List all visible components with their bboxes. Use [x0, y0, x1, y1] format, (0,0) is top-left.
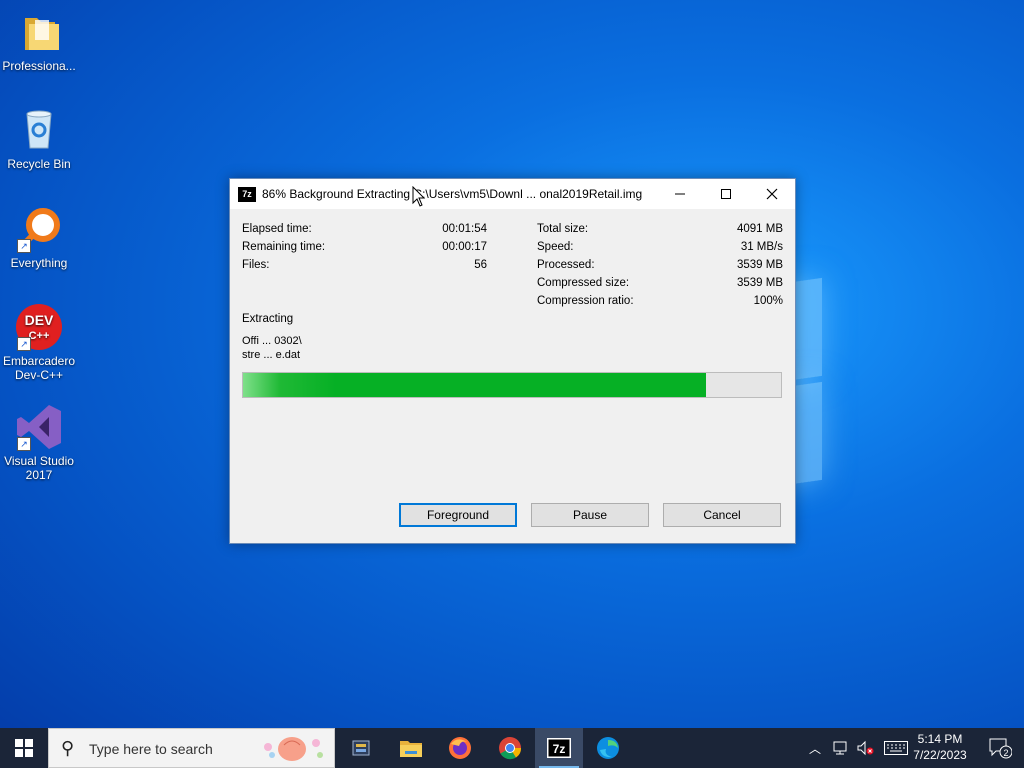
stat-value: 3539 MB — [736, 259, 783, 271]
search-highlight-illustration-icon — [264, 737, 323, 761]
stat-label: Compression ratio: — [537, 295, 634, 307]
stat-value: 4091 MB — [736, 223, 783, 235]
progress-fill — [243, 373, 706, 397]
visual-studio-icon: ↗ — [15, 403, 63, 451]
taskbar-task-view[interactable] — [337, 728, 385, 768]
dialog-title: 86% Background Extracting C:\Users\vm5\D… — [262, 187, 643, 201]
taskbar-7zip[interactable]: 7z — [535, 728, 583, 768]
chrome-icon — [499, 737, 522, 760]
stat-value: 56 — [474, 259, 487, 271]
taskbar-chrome[interactable] — [486, 728, 534, 768]
stat-label: Total size: — [537, 223, 589, 235]
desktop-icon-recycle-bin[interactable]: Recycle Bin — [0, 106, 78, 171]
stat-label: Compressed size: — [537, 277, 630, 289]
desktop-icon-label: Everything — [10, 256, 68, 270]
stat-value: 00:00:17 — [442, 241, 487, 253]
everything-search-icon: ↗ — [15, 205, 63, 253]
windows-start-icon — [15, 739, 33, 757]
stat-value: 3539 MB — [736, 277, 783, 289]
path-line-2: stre ... e.dat — [242, 349, 301, 361]
desktop-icon-devcpp[interactable]: DEV C++ ↗ Embarcadero Dev-C++ — [0, 303, 78, 382]
desktop-icon-label: Embarcadero Dev-C++ — [2, 354, 76, 382]
taskbar-edge[interactable] — [584, 728, 632, 768]
mouse-cursor-icon — [412, 186, 426, 207]
desktop-icon-professional[interactable]: Professiona... — [0, 8, 78, 73]
close-icon — [766, 188, 778, 200]
taskbar-file-explorer[interactable] — [387, 728, 435, 768]
pause-button[interactable]: Pause — [531, 503, 649, 527]
stat-row-processed: Processed: 3539 MB — [537, 259, 783, 277]
stat-row-total-size: Total size: 4091 MB — [537, 223, 783, 241]
desktop-icon-label: Visual Studio 2017 — [4, 454, 74, 482]
cancel-button[interactable]: Cancel — [663, 503, 781, 527]
clock-date: 7/22/2023 — [913, 748, 967, 762]
maximize-icon — [721, 189, 731, 199]
status-label: Extracting — [242, 313, 294, 325]
svg-text:7z: 7z — [553, 742, 566, 756]
search-icon: ⚲ — [61, 738, 75, 758]
7zip-app-icon: 7z — [238, 186, 256, 202]
stat-value: 100% — [753, 295, 783, 307]
stat-label: Files: — [242, 259, 270, 271]
devcpp-icon: DEV C++ ↗ — [15, 303, 63, 351]
shortcut-arrow-icon: ↗ — [17, 239, 31, 253]
size-stats: Total size: 4091 MB Speed: 31 MB/s Proce… — [537, 223, 783, 313]
taskbar: ⚲ Type here to search 7z ︿ 5:14 PM 7/22/… — [0, 728, 1024, 768]
stat-label: Speed: — [537, 241, 574, 253]
volume-muted-icon[interactable] — [856, 740, 874, 756]
stat-row-remaining: Remaining time: 00:00:17 — [242, 241, 487, 259]
7zip-icon: 7z — [547, 738, 571, 758]
shortcut-arrow-icon: ↗ — [17, 337, 31, 351]
taskbar-firefox[interactable] — [436, 728, 484, 768]
task-view-icon — [352, 740, 370, 756]
taskbar-clock[interactable]: 5:14 PM 7/22/2023 — [905, 731, 975, 763]
stat-value: 00:01:54 — [442, 223, 487, 235]
close-button[interactable] — [749, 179, 795, 209]
edge-icon — [597, 737, 619, 759]
stat-label: Elapsed time: — [242, 223, 312, 235]
stat-label: Remaining time: — [242, 241, 326, 253]
desktop-icon-everything[interactable]: ↗ Everything — [0, 205, 78, 270]
stat-label: Processed: — [537, 259, 595, 271]
time-stats: Elapsed time: 00:01:54 Remaining time: 0… — [242, 223, 487, 277]
action-center-button[interactable]: 2 — [980, 728, 1020, 768]
show-hidden-icons-chevron-icon[interactable]: ︿ — [806, 740, 824, 757]
system-tray: ︿ — [806, 728, 908, 768]
svg-text:C++: C++ — [29, 330, 50, 342]
network-icon[interactable] — [832, 740, 850, 756]
desktop-icon-label: Recycle Bin — [7, 157, 71, 171]
notification-icon: 2 — [989, 738, 1012, 759]
desktop-icon-visual-studio[interactable]: ↗ Visual Studio 2017 — [0, 403, 78, 482]
taskbar-search-box[interactable]: ⚲ Type here to search — [48, 728, 335, 768]
stat-row-compressed-size: Compressed size: 3539 MB — [537, 277, 783, 295]
stat-row-files: Files: 56 — [242, 259, 487, 277]
desktop-icon-label: Professiona... — [2, 59, 76, 73]
folder-icon — [15, 8, 63, 56]
path-line-1: Offi ... 0302\ — [242, 335, 302, 347]
notification-count: 2 — [1003, 748, 1008, 758]
progress-bar — [242, 372, 782, 398]
maximize-button[interactable] — [703, 179, 749, 209]
svg-text:DEV: DEV — [25, 312, 54, 328]
firefox-icon — [449, 737, 471, 759]
start-button[interactable] — [0, 728, 48, 768]
stat-row-compression-ratio: Compression ratio: 100% — [537, 295, 783, 313]
stat-row-speed: Speed: 31 MB/s — [537, 241, 783, 259]
foreground-button[interactable]: Foreground — [399, 503, 517, 527]
search-placeholder: Type here to search — [89, 741, 213, 757]
stat-row-elapsed: Elapsed time: 00:01:54 — [242, 223, 487, 241]
minimize-button[interactable] — [657, 179, 703, 209]
extract-progress-dialog: 7z 86% Background Extracting C:\Users\vm… — [229, 178, 796, 544]
dialog-titlebar[interactable]: 7z 86% Background Extracting C:\Users\vm… — [230, 179, 795, 209]
recycle-bin-icon — [15, 106, 63, 154]
file-explorer-icon — [400, 741, 422, 757]
shortcut-arrow-icon: ↗ — [17, 437, 31, 451]
minimize-icon — [675, 193, 685, 195]
current-file-path: Offi ... 0302\ stre ... e.dat — [242, 334, 302, 362]
clock-time: 5:14 PM — [917, 732, 963, 746]
stat-value: 31 MB/s — [740, 241, 783, 253]
